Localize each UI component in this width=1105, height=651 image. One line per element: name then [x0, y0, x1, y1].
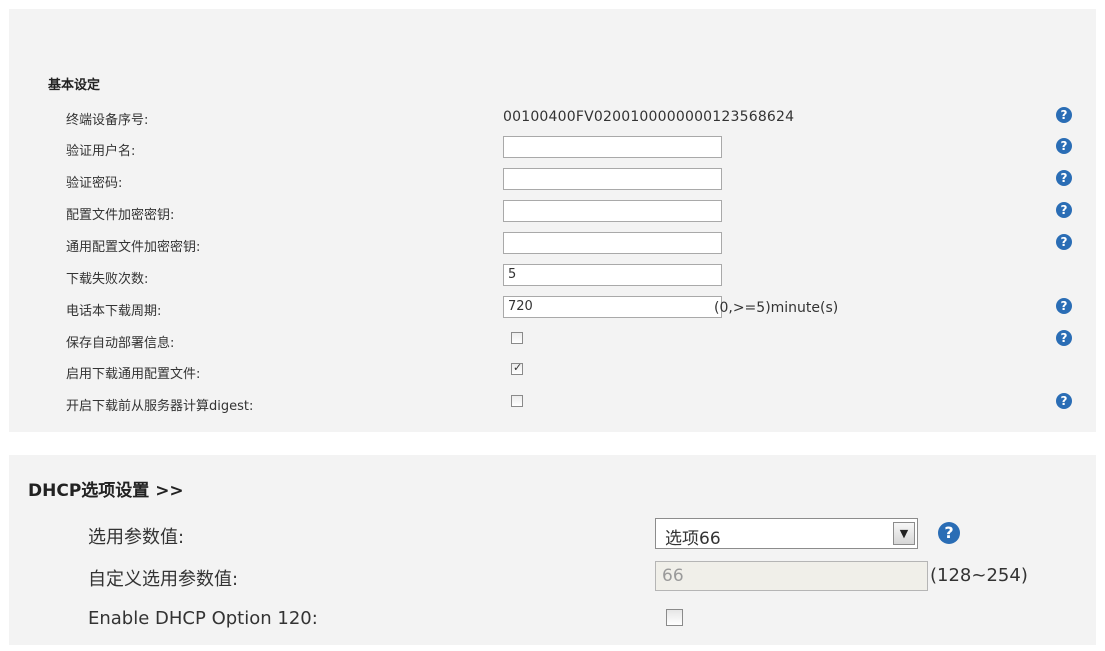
- config-key-row: 配置文件加密密钥: ?: [9, 196, 1096, 228]
- dhcp-custom-row: 自定义选用参数值: (128~254): [9, 557, 1096, 597]
- phonebook-period-unit: (0,>=5)minute(s): [714, 300, 839, 316]
- device-serial-row: 终端设备序号: 00100400FV0200100000000123568624…: [9, 101, 1096, 133]
- help-icon[interactable]: ?: [938, 522, 960, 544]
- dhcp-settings-title[interactable]: DHCP选项设置 >>: [28, 476, 184, 501]
- help-icon[interactable]: ?: [1056, 107, 1072, 123]
- common-config-key-input[interactable]: [503, 232, 722, 254]
- dhcp-option-selected-value: 选项66: [665, 529, 721, 549]
- save-provision-checkbox[interactable]: [511, 332, 523, 344]
- digest-checkbox[interactable]: [511, 395, 523, 407]
- phonebook-period-row: 电话本下载周期: (0,>=5)minute(s) ?: [9, 292, 1096, 324]
- download-fail-label: 下载失败次数:: [66, 272, 149, 287]
- phonebook-period-input[interactable]: [503, 296, 722, 318]
- dhcp-option120-label: Enable DHCP Option 120:: [88, 608, 318, 629]
- common-config-key-label: 通用配置文件加密密钥:: [66, 240, 201, 255]
- save-provision-label: 保存自动部署信息:: [66, 336, 175, 351]
- download-fail-input[interactable]: [503, 264, 722, 286]
- auth-username-label: 验证用户名:: [66, 144, 136, 159]
- dhcp-option-label: 选用参数值:: [88, 527, 185, 548]
- dhcp-option120-row: Enable DHCP Option 120:: [9, 600, 1096, 640]
- help-icon[interactable]: ?: [1056, 330, 1072, 346]
- dhcp-option-select[interactable]: 选项66 ▼: [655, 518, 918, 549]
- auth-password-label: 验证密码:: [66, 176, 123, 191]
- digest-label: 开启下载前从服务器计算digest:: [66, 399, 254, 414]
- common-config-download-label: 启用下载通用配置文件:: [66, 367, 201, 382]
- auth-password-input[interactable]: [503, 168, 722, 190]
- help-icon[interactable]: ?: [1056, 202, 1072, 218]
- common-config-download-row: 启用下载通用配置文件:: [9, 355, 1096, 387]
- auth-username-row: 验证用户名: ?: [9, 132, 1096, 164]
- dhcp-custom-input[interactable]: [655, 561, 928, 591]
- help-icon[interactable]: ?: [1056, 170, 1072, 186]
- dhcp-custom-range: (128~254): [930, 565, 1028, 586]
- dhcp-custom-label: 自定义选用参数值:: [88, 569, 239, 590]
- digest-row: 开启下载前从服务器计算digest: ?: [9, 387, 1096, 419]
- help-icon[interactable]: ?: [1056, 234, 1072, 250]
- device-serial-value: 00100400FV0200100000000123568624: [503, 109, 795, 125]
- save-provision-row: 保存自动部署信息: ?: [9, 324, 1096, 356]
- device-serial-label: 终端设备序号:: [66, 113, 149, 128]
- help-icon[interactable]: ?: [1056, 393, 1072, 409]
- config-key-input[interactable]: [503, 200, 722, 222]
- download-fail-row: 下载失败次数:: [9, 260, 1096, 292]
- basic-settings-title: 基本设定: [48, 78, 101, 93]
- basic-settings-panel: 基本设定 终端设备序号: 00100400FV02001000000001235…: [9, 9, 1096, 432]
- help-icon[interactable]: ?: [1056, 298, 1072, 314]
- chevron-down-icon[interactable]: ▼: [893, 522, 915, 545]
- dhcp-settings-panel: DHCP选项设置 >> 选用参数值: 选项66 ▼ ? 自定义选用参数值: (1…: [9, 455, 1096, 645]
- auth-password-row: 验证密码: ?: [9, 164, 1096, 196]
- common-config-download-checkbox[interactable]: [511, 361, 523, 375]
- phonebook-period-label: 电话本下载周期:: [66, 304, 162, 319]
- help-icon[interactable]: ?: [1056, 138, 1072, 154]
- dhcp-option120-checkbox[interactable]: [666, 609, 683, 626]
- dhcp-option-row: 选用参数值: 选项66 ▼ ?: [9, 515, 1096, 555]
- auth-username-input[interactable]: [503, 136, 722, 158]
- common-config-key-row: 通用配置文件加密密钥: ?: [9, 228, 1096, 260]
- config-key-label: 配置文件加密密钥:: [66, 208, 175, 223]
